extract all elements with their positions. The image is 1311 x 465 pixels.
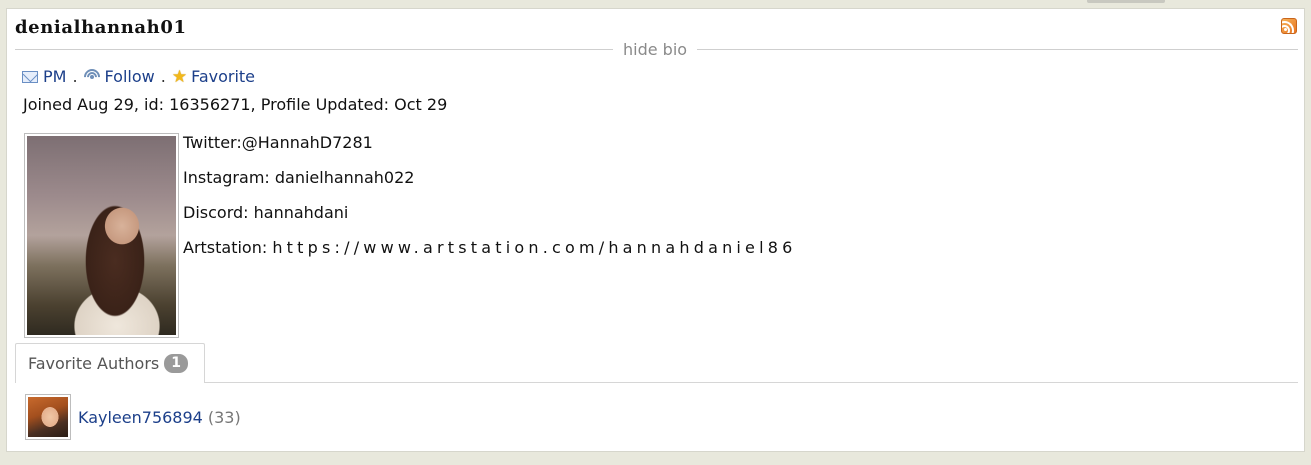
top-scrollbar-tab [1087,0,1165,3]
artstation-label: Artstation: [183,238,268,257]
avatar-image [27,136,176,335]
pm-link[interactable]: PM [43,67,66,86]
star-icon: ★ [171,66,188,87]
favorite-link[interactable]: Favorite [191,67,255,86]
action-separator: . [160,67,166,86]
list-item: Kayleen756894 (33) [25,394,241,440]
author-avatar-image [28,397,68,437]
profile-avatar [24,133,179,338]
hide-bio-toggle[interactable]: hide bio [613,40,698,59]
bio-instagram: Instagram: danielhannah022 [183,168,415,187]
bio-artstation: Artstation: https://www.artstation.com/h… [183,238,797,273]
author-avatar[interactable] [25,394,71,440]
profile-actions: PM . Follow . ★ Favorite [22,65,255,88]
author-link[interactable]: Kayleen756894 [78,408,203,427]
tab-divider [205,382,1298,383]
joined-info: Joined Aug 29, id: 16356271, Profile Upd… [23,95,448,114]
mail-icon [22,70,38,83]
artstation-url: https://www.artstation.com/hannahdaniel8… [272,238,797,257]
author-story-count: (33) [207,407,241,427]
follow-icon [80,65,103,88]
tab-favorite-authors[interactable]: Favorite Authors 1 [15,343,205,383]
rss-icon[interactable] [1281,18,1297,34]
count-badge: 1 [164,354,188,373]
bio-discord: Discord: hannahdani [183,203,349,222]
profile-bio: Twitter:@HannahD7281 Instagram: danielha… [183,133,797,273]
profile-panel: denialhannah01 hide bio PM . Follow . ★ … [6,8,1305,452]
tab-label: Favorite Authors [28,354,160,373]
follow-link[interactable]: Follow [105,67,155,86]
action-separator: . [72,67,78,86]
profile-username: denialhannah01 [15,17,187,38]
bio-twitter: Twitter:@HannahD7281 [183,133,373,152]
